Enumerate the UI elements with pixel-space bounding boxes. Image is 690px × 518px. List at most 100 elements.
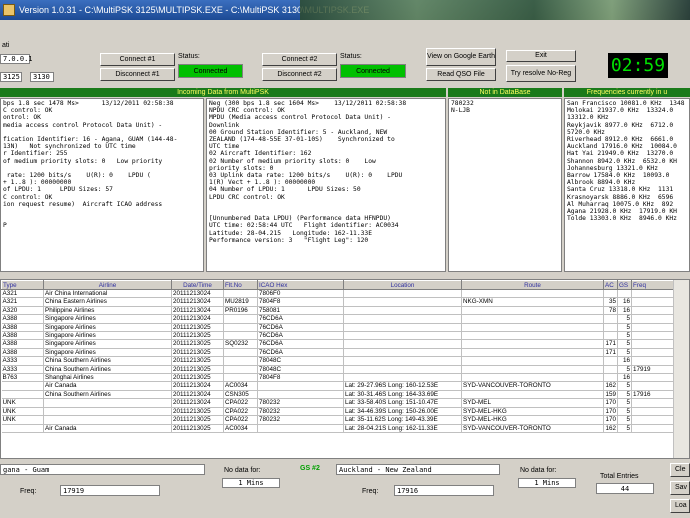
connect2-button[interactable]: Connect #2 [262,53,337,66]
gs1-station-field[interactable]: gana - Guam [0,464,205,475]
cell-location [343,356,462,366]
try-resolve-button[interactable]: Try resolve No-Reg [506,65,576,82]
table-row[interactable]: A321 China Eastern Airlines 20111213024 MU2… [1,297,674,307]
cell-location: Lat: 30-31.46S Long: 164-33.69E [343,390,462,400]
cell-freq [631,415,674,425]
col-freq[interactable]: Freq [631,280,674,290]
port2-field[interactable]: 3130 [30,72,54,82]
gs2-nodata-label: No data for: [520,467,557,474]
cell-airline: Singapore Airlines [43,314,172,324]
notdb-header: Not in DataBase [448,88,562,97]
frequencies-pane[interactable]: San Francisco 10081.0 KHz 1348 Molokai 2… [564,98,690,272]
table-row[interactable]: A388 Singapore Airlines 20111213025 76CD6A 1… [1,348,674,358]
gs2-freq-field[interactable]: 17916 [394,485,494,496]
col-icao[interactable]: ICAO Hex [257,280,344,290]
cell-gs: 5 [617,314,632,324]
cell-ac: 35 [603,297,618,307]
read-qso-file-button[interactable]: Read QSO File [426,68,496,81]
col-airline[interactable]: Airline [43,280,172,290]
cell-fltno: AC0034 [223,424,258,433]
table-header-row: Type Airline Date/Time Flt.No ICAO Hex L… [1,280,674,290]
col-gs[interactable]: GS [617,280,632,290]
cell-location [343,373,462,383]
cell-gs: 5 [617,348,632,358]
disconnect1-button[interactable]: Disconnect #1 [100,68,175,81]
cell-airline [43,407,172,417]
status2-label: Status: [340,53,362,60]
cell-route [461,289,604,299]
col-fltno[interactable]: Flt.No [223,280,258,290]
view-google-earth-button[interactable]: View on Google Earth [426,48,496,66]
cell-location [343,331,462,341]
table-row[interactable]: A388 Singapore Airlines 20111213024 76CD6A 5 [1,314,674,324]
cell-route [461,323,604,333]
not-in-database-pane[interactable]: 780232 N-LJB [448,98,562,272]
cell-location [343,289,462,299]
cell-ac [603,373,618,383]
cell-icao: 758081 [257,306,344,316]
cell-gs: 5 [617,339,632,349]
table-row[interactable]: A333 China Southern Airlines 20111213025 78… [1,356,674,366]
gs1-freq-field[interactable]: 17919 [60,485,160,496]
bottom-status-area: gana - Guam Freq: 17919 No data for: 1 M… [0,461,690,518]
table-row[interactable]: UNK 20111213024 CPA022 780232 Lat: 33-58.40S… [1,398,674,408]
col-type[interactable]: Type [1,280,44,290]
cell-ac: 171 [603,339,618,349]
table-row[interactable]: Air Canada 20111213024 AC0034 Lat: 29-27.96… [1,381,674,391]
col-location[interactable]: Location [343,280,462,290]
cell-freq [631,297,674,307]
disconnect2-button[interactable]: Disconnect #2 [262,68,337,81]
cell-datetime: 20111213025 [171,415,224,425]
cell-location [343,339,462,349]
incoming-left-pane[interactable]: bps 1.8 sec 1478 Ms> 13/12/2011 02:58:38… [0,98,204,272]
table-row[interactable]: A388 Singapore Airlines 20111213025 76CD6A 5 [1,331,674,341]
clear-button[interactable]: Cle [670,463,690,477]
table-row[interactable]: B763 Shanghai Airlines 20111213025 7804F8 16 [1,373,674,383]
table-row[interactable]: A321 Air China International 20111213024 78… [1,289,674,299]
col-ac[interactable]: AC [603,280,618,290]
port1-field[interactable]: 3125 [0,72,22,82]
cell-freq [631,314,674,324]
incoming-right-pane[interactable]: Neg (300 bps 1.8 sec 1604 Ms> 13/12/2011… [206,98,446,272]
cell-fltno: CSN305 [223,390,258,400]
table-vertical-scrollbar[interactable] [673,280,689,458]
table-row[interactable]: A333 China Southern Airlines 20111213025 78… [1,365,674,375]
cell-datetime: 20111213025 [171,407,224,417]
table-row[interactable]: A320 Philippine Airlines 20111213024 PR0196… [1,306,674,316]
load-button[interactable]: Loa [670,499,690,513]
cell-route [461,348,604,358]
cell-datetime: 20111213025 [171,348,224,358]
cell-airline: Singapore Airlines [43,331,172,341]
save-button[interactable]: Sav [670,481,690,495]
col-datetime[interactable]: Date/Time [171,280,224,290]
exit-button[interactable]: Exit [506,50,576,62]
table-row[interactable]: A388 Singapore Airlines 20111213025 76CD6A 5 [1,323,674,333]
cell-datetime: 20111213024 [171,314,224,324]
cell-ac: 162 [603,381,618,391]
cell-airline: Singapore Airlines [43,339,172,349]
cell-ac: 170 [603,415,618,425]
incoming-header: Incoming Data from MultiPSK [0,88,446,97]
table-row[interactable]: Air Canada 20111213025 AC0034 Lat: 28-04.21… [1,424,674,433]
flights-table-body: A321 Air China International 20111213024 78… [1,289,674,433]
col-route[interactable]: Route [461,280,604,290]
ip-field[interactable]: 7.0.0.1 [0,54,33,64]
gs2-label: GS #2 [300,465,320,472]
table-row[interactable]: China Southern Airlines 20111213024 CSN305… [1,390,674,400]
cell-fltno: AC0034 [223,381,258,391]
cell-route [461,306,604,316]
cell-route [461,339,604,349]
cell-airline: China Eastern Airlines [43,297,172,307]
table-row[interactable]: A388 Singapore Airlines 20111213025 SQ0232 7… [1,339,674,349]
cell-airline: China Southern Airlines [43,356,172,366]
cell-gs: 5 [617,424,632,433]
cell-type: A388 [1,314,44,324]
table-row[interactable]: UNK 20111213025 CPA022 780232 Lat: 34-46.39S… [1,407,674,417]
cell-type: A333 [1,356,44,366]
table-row[interactable]: UNK 20111213025 CPA022 780232 Lat: 35-11.62S… [1,415,674,425]
gs2-station-field[interactable]: Auckland - New Zealand [336,464,500,475]
connect1-button[interactable]: Connect #1 [100,53,175,66]
cell-datetime: 20111213025 [171,331,224,341]
cell-location [343,323,462,333]
cell-airline: Air Canada [43,381,172,391]
